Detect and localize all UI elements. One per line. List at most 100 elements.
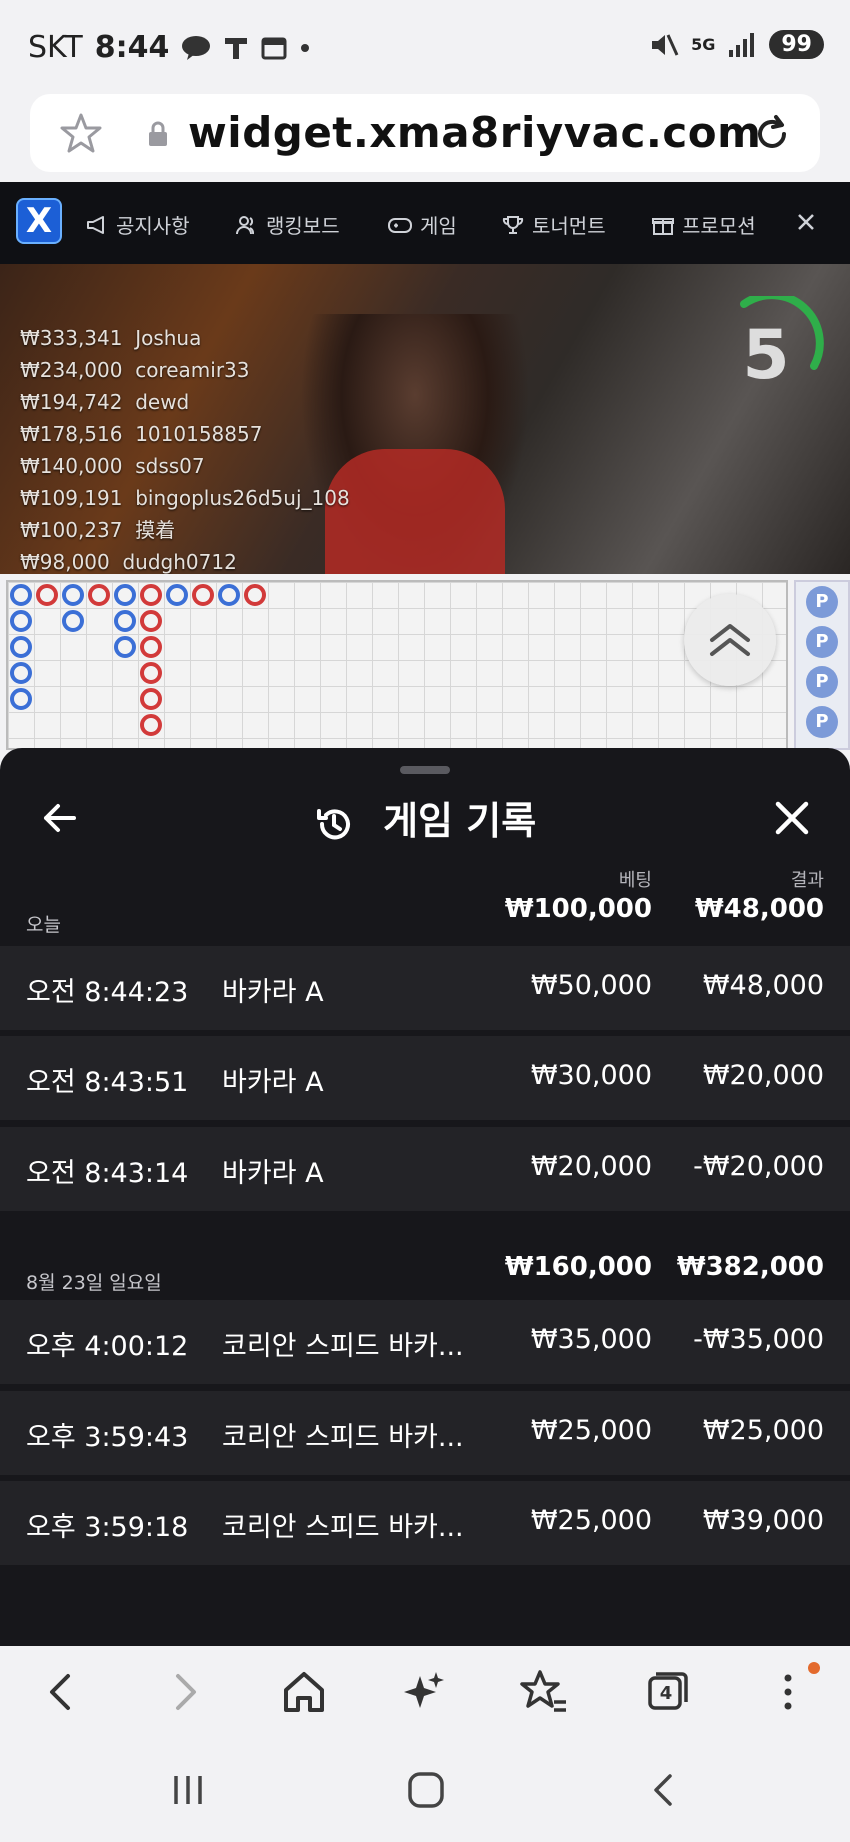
countdown-number: 5 — [742, 316, 790, 395]
road-marker — [62, 584, 84, 606]
history-row[interactable]: 오전 8:44:23 바카라 A ₩50,000 ₩48,000 — [0, 946, 850, 1030]
road-marker — [62, 610, 84, 632]
mute-icon — [652, 33, 679, 56]
bead-road — [6, 580, 788, 750]
sheet-title: 게임 기록 — [0, 790, 850, 845]
nav-games[interactable]: 게임 — [388, 210, 457, 239]
winner-row: ₩178,516 1010158857 — [20, 422, 263, 446]
winner-row: ₩194,742 dewd — [20, 390, 190, 414]
winner-row: ₩234,000 coreamir33 — [20, 358, 250, 382]
carrier-label: SKT — [28, 30, 83, 65]
more-notifications-dot-icon — [301, 43, 310, 52]
nav-close-icon[interactable] — [796, 212, 816, 232]
road-marker — [114, 584, 136, 606]
road-marker — [192, 584, 214, 606]
system-back-icon[interactable] — [642, 1768, 686, 1812]
nav-notice[interactable]: 공지사항 — [86, 210, 190, 239]
site-logo[interactable]: X — [16, 198, 62, 244]
road-marker — [36, 584, 58, 606]
more-menu-icon[interactable] — [762, 1666, 814, 1718]
history-row[interactable]: 오후 3:59:43 코리안 스피드 바카... ₩25,000 ₩25,000 — [0, 1391, 850, 1475]
road-marker — [244, 584, 266, 606]
signal-icon — [729, 32, 755, 57]
megaphone-icon — [87, 215, 104, 234]
group-header: 8월 23일 일요일 ₩160,000 ₩382,000 — [26, 1252, 824, 1294]
road-marker — [114, 636, 136, 658]
group-bet-total: ₩160,000 — [504, 1252, 652, 1282]
recent-apps-icon[interactable] — [166, 1768, 210, 1812]
address-bar[interactable]: widget.xma8riyvac.com — [30, 94, 820, 172]
talk-notification-icon — [182, 35, 211, 60]
winner-row: ₩109,191 bingoplus26d5uj_108 — [20, 486, 350, 510]
bookmarks-icon[interactable] — [518, 1666, 570, 1718]
road-marker — [166, 584, 188, 606]
history-row[interactable]: 오전 8:43:51 바카라 A ₩30,000 ₩20,000 — [0, 1036, 850, 1120]
live-video[interactable]: ₩333,341 Joshua ₩234,000 coreamir33 ₩194… — [0, 264, 850, 574]
lock-icon — [149, 121, 167, 146]
player-badge: P — [806, 706, 838, 738]
home-button-icon[interactable] — [404, 1768, 448, 1812]
group-result-total: ₩382,000 — [676, 1252, 824, 1282]
road-marker — [88, 584, 110, 606]
road-marker — [10, 610, 32, 632]
nav-tournament[interactable]: 토너먼트 — [502, 210, 606, 239]
users-icon — [236, 215, 255, 234]
group-header: 오늘 ₩100,000 ₩48,000 — [26, 894, 824, 936]
road-marker — [140, 636, 162, 658]
star-icon[interactable] — [60, 112, 102, 154]
history-row[interactable]: 오후 4:00:12 코리안 스피드 바카... ₩35,000 -₩35,00… — [0, 1300, 850, 1384]
road-marker — [140, 584, 162, 606]
notification-dot — [808, 1662, 820, 1674]
game-history-sheet: 게임 기록 베팅 결과 오늘 ₩100,000 ₩48,000 오전 8:44:… — [0, 748, 850, 1646]
network-label: 5G — [691, 35, 716, 54]
winner-row: ₩140,000 sdss07 — [20, 454, 205, 478]
nav-promotion[interactable]: 프로모션 — [652, 210, 756, 239]
reload-icon[interactable] — [750, 112, 794, 156]
road-marker — [140, 688, 162, 710]
gamepad-icon — [388, 217, 412, 233]
road-marker — [140, 662, 162, 684]
nav-ranking[interactable]: 랭킹보드 — [236, 210, 340, 239]
road-marker — [218, 584, 240, 606]
road-marker — [10, 636, 32, 658]
clock: 8:44 — [94, 30, 170, 65]
site-nav: X 공지사항 랭킹보드 게임 토너먼트 프로모션 — [0, 182, 850, 264]
back-icon[interactable] — [36, 1666, 88, 1718]
road-marker — [140, 714, 162, 736]
tabs-button[interactable]: 4 — [640, 1666, 692, 1718]
forward-icon[interactable] — [158, 1666, 210, 1718]
winner-row: ₩98,000 dudgh0712 — [20, 550, 237, 574]
player-badge: P — [806, 626, 838, 658]
system-nav-bar — [0, 1738, 850, 1842]
home-icon[interactable] — [278, 1666, 330, 1718]
road-marker — [114, 610, 136, 632]
countdown-timer: 5 — [716, 296, 826, 406]
battery-level: 99 — [769, 30, 824, 59]
t-notification-icon — [225, 37, 248, 59]
sheet-drag-handle[interactable] — [400, 766, 450, 774]
road-marker — [140, 610, 162, 632]
group-result-total: ₩48,000 — [694, 894, 824, 924]
gift-icon — [652, 217, 674, 235]
tabs-count: 4 — [659, 1683, 673, 1704]
close-icon[interactable] — [770, 796, 814, 840]
sparkle-ai-icon[interactable] — [398, 1666, 450, 1718]
history-row[interactable]: 오후 3:59:18 코리안 스피드 바카... ₩25,000 ₩39,000 — [0, 1481, 850, 1565]
winner-row: ₩333,341 Joshua — [20, 326, 202, 350]
road-marker — [10, 584, 32, 606]
double-chevron-up-icon — [710, 624, 750, 656]
player-badge: P — [806, 586, 838, 618]
trophy-icon — [502, 215, 524, 234]
group-bet-total: ₩100,000 — [504, 894, 652, 924]
scroll-up-button[interactable] — [684, 594, 776, 686]
road-side-panel: P P P P — [794, 580, 850, 750]
history-icon — [316, 808, 350, 839]
winners-list: ₩333,341 Joshua ₩234,000 coreamir33 ₩194… — [20, 322, 350, 574]
road-marker — [10, 662, 32, 684]
history-row[interactable]: 오전 8:43:14 바카라 A ₩20,000 -₩20,000 — [0, 1127, 850, 1211]
url-text[interactable]: widget.xma8riyvac.com — [188, 108, 761, 157]
browser-toolbar: 4 — [0, 1646, 850, 1738]
status-bar: SKT 8:44 5G 99 — [0, 0, 850, 92]
player-badge: P — [806, 666, 838, 698]
road-marker — [10, 688, 32, 710]
